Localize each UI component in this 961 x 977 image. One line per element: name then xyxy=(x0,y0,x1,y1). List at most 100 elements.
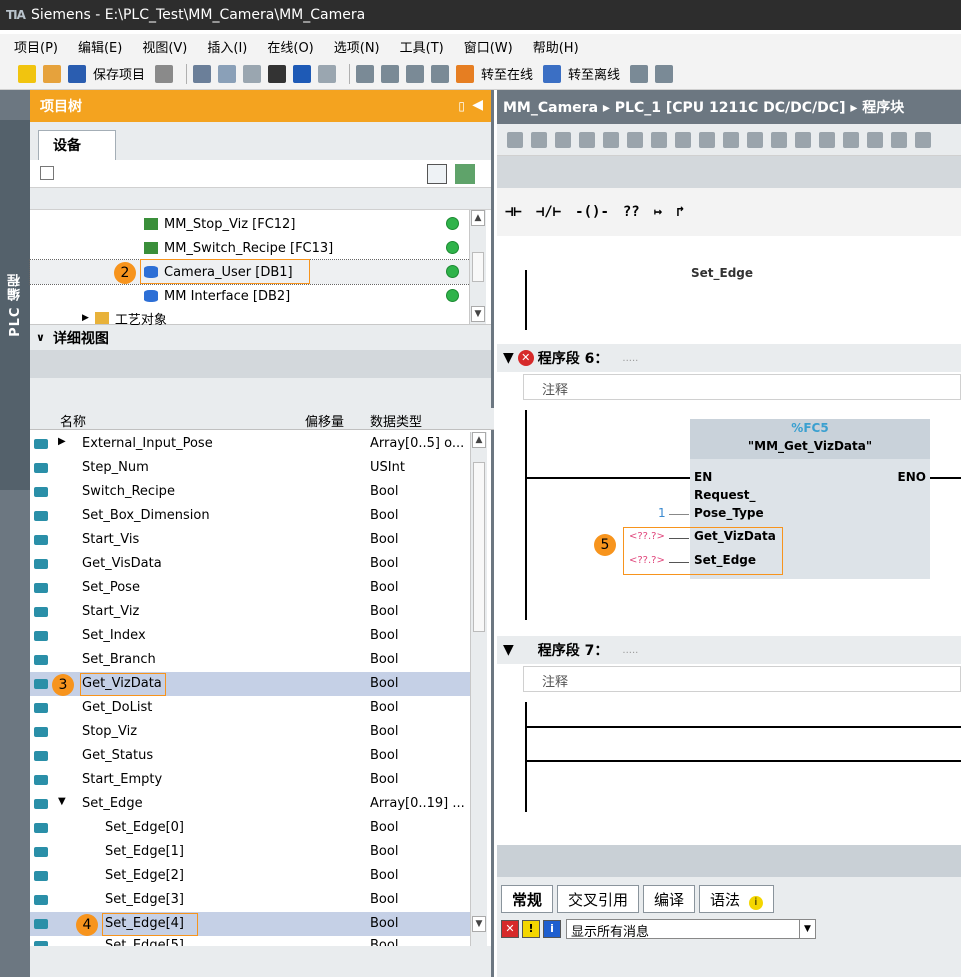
tree-scrollbar[interactable]: ▲ ▼ xyxy=(469,210,486,324)
toolbar-icon[interactable] xyxy=(675,131,691,148)
close-branch-button[interactable]: ↱ xyxy=(676,204,684,220)
tree-item-mm-interface[interactable]: MM Interface [DB2] xyxy=(30,284,482,308)
toolbar-icon[interactable] xyxy=(915,131,931,148)
tab-syntax[interactable]: 语法 i xyxy=(699,885,774,913)
toolbar-icon[interactable] xyxy=(627,131,643,148)
table-row[interactable]: Get_Status Bool xyxy=(30,744,470,768)
chevron-down-icon[interactable]: ∨ xyxy=(36,331,45,344)
go-online-button[interactable]: 转至在线 xyxy=(481,64,533,83)
tab-devices[interactable]: 设备 xyxy=(38,130,116,160)
table-row[interactable]: Set_Edge[5] Bool xyxy=(30,934,470,946)
table-icon[interactable] xyxy=(40,166,54,180)
menu-view[interactable]: 视图(V) xyxy=(142,37,187,56)
menu-edit[interactable]: 编辑(E) xyxy=(78,37,122,56)
toolbar-icon[interactable] xyxy=(579,131,595,148)
paste-icon[interactable] xyxy=(243,64,262,83)
go-offline-icon[interactable] xyxy=(543,64,562,83)
collapse-arrow-icon[interactable]: ▼ xyxy=(503,642,514,658)
print-icon[interactable] xyxy=(155,64,174,83)
save-project-button[interactable]: 保存项目 xyxy=(93,64,145,83)
tree-item-mm-switch-recipe[interactable]: MM_Switch_Recipe [FC13] xyxy=(30,236,482,260)
split-editor-icon[interactable] xyxy=(655,64,674,83)
chevron-down-icon[interactable]: ▼ xyxy=(799,920,815,938)
plc-programming-tab[interactable]: PLC 编程 xyxy=(0,120,30,490)
accessible-devices-icon[interactable] xyxy=(630,64,649,83)
toolbar-icon[interactable] xyxy=(507,131,523,148)
scroll-thumb[interactable] xyxy=(472,252,484,282)
table-row[interactable]: Set_Edge[0] Bool xyxy=(30,816,470,840)
toolbar-icon[interactable] xyxy=(795,131,811,148)
toolbar-icon[interactable] xyxy=(771,131,787,148)
table-row[interactable]: Step_Num USInt xyxy=(30,456,470,480)
toolbar-icon[interactable] xyxy=(891,131,907,148)
add-device-icon[interactable] xyxy=(455,164,475,184)
collapse-arrow-icon[interactable]: ▼ xyxy=(503,350,514,366)
no-contact-button[interactable]: ⊣⊢ xyxy=(505,204,522,220)
error-filter-icon[interactable]: ✕ xyxy=(501,920,519,938)
toolbar-icon[interactable] xyxy=(603,131,619,148)
table-row[interactable]: Start_Empty Bool xyxy=(30,768,470,792)
table-row[interactable]: Set_Index Bool xyxy=(30,624,470,648)
table-row[interactable]: Get_VisData Bool xyxy=(30,552,470,576)
go-online-icon[interactable] xyxy=(456,64,475,83)
menu-help[interactable]: 帮助(H) xyxy=(533,37,579,56)
table-row[interactable]: Set_Box_Dimension Bool xyxy=(30,504,470,528)
menu-window[interactable]: 窗口(W) xyxy=(464,37,513,56)
collapse-arrow-icon[interactable]: ◀ xyxy=(472,97,483,113)
column-datatype[interactable]: 数据类型 xyxy=(370,411,422,430)
compile-icon[interactable] xyxy=(356,64,375,83)
scroll-down-icon[interactable]: ▼ xyxy=(471,306,485,322)
go-offline-button[interactable]: 转至离线 xyxy=(568,64,620,83)
message-filter-select[interactable]: 显示所有消息 ▼ xyxy=(566,919,816,940)
info-filter-icon[interactable]: i xyxy=(543,920,561,938)
menu-online[interactable]: 在线(O) xyxy=(267,37,313,56)
network-7-comment[interactable]: 注释 xyxy=(523,666,961,692)
tab-compile[interactable]: 编译 xyxy=(643,885,696,913)
menu-project[interactable]: 项目(P) xyxy=(14,37,58,56)
table-row[interactable]: Set_Edge[3] Bool xyxy=(30,888,470,912)
expand-arrow-icon[interactable]: ▶ xyxy=(82,313,89,323)
toolbar-icon[interactable] xyxy=(723,131,739,148)
scroll-down-icon[interactable]: ▼ xyxy=(472,916,486,932)
save-icon[interactable] xyxy=(68,64,86,83)
menu-options[interactable]: 选项(N) xyxy=(334,37,380,56)
empty-box-button[interactable]: ?? xyxy=(623,204,640,220)
menu-tools[interactable]: 工具(T) xyxy=(400,37,444,56)
scroll-up-icon[interactable]: ▲ xyxy=(471,210,485,226)
new-project-icon[interactable] xyxy=(18,64,36,83)
open-branch-button[interactable]: ↦ xyxy=(654,204,662,220)
toolbar-icon[interactable] xyxy=(747,131,763,148)
toolbar-icon[interactable] xyxy=(555,131,571,148)
simulation-icon[interactable] xyxy=(431,64,450,83)
collapse-arrow-icon[interactable]: ▼ xyxy=(58,796,66,807)
table-row[interactable]: Start_Vis Bool xyxy=(30,528,470,552)
redo-icon[interactable] xyxy=(318,64,337,83)
network-6-header[interactable]: ▼ ✕ 程序段 6： ..... xyxy=(497,344,961,372)
table-row[interactable]: Start_Viz Bool xyxy=(30,600,470,624)
scroll-up-icon[interactable]: ▲ xyxy=(472,432,486,448)
toolbar-icon[interactable] xyxy=(531,131,547,148)
table-row[interactable]: ▼ Set_Edge Array[0..19] ... xyxy=(30,792,470,816)
toolbar-icon[interactable] xyxy=(819,131,835,148)
pin-icon[interactable]: ▯ xyxy=(458,99,465,113)
toolbar-icon[interactable] xyxy=(651,131,667,148)
undo-icon[interactable] xyxy=(293,64,312,83)
table-row[interactable]: Set_Edge[2] Bool xyxy=(30,864,470,888)
toolbar-icon[interactable] xyxy=(867,131,883,148)
list-view-icon[interactable] xyxy=(427,164,447,184)
pose-type-value[interactable]: 1 xyxy=(658,506,666,520)
nc-contact-button[interactable]: ⊣/⊢ xyxy=(536,204,561,220)
scroll-thumb[interactable] xyxy=(473,462,485,632)
coil-button[interactable]: -()- xyxy=(575,204,609,220)
tree-item-technology-objects[interactable]: ▶ 工艺对象 xyxy=(30,306,482,330)
table-row[interactable]: Set_Branch Bool xyxy=(30,648,470,672)
table-row[interactable]: Set_Pose Bool xyxy=(30,576,470,600)
toolbar-icon[interactable] xyxy=(699,131,715,148)
cut-icon[interactable] xyxy=(193,64,212,83)
copy-icon[interactable] xyxy=(218,64,237,83)
upload-icon[interactable] xyxy=(406,64,425,83)
table-row[interactable]: Set_Edge[1] Bool xyxy=(30,840,470,864)
delete-icon[interactable] xyxy=(268,64,287,83)
column-offset[interactable]: 偏移量 xyxy=(305,411,344,430)
open-project-icon[interactable] xyxy=(43,64,61,83)
